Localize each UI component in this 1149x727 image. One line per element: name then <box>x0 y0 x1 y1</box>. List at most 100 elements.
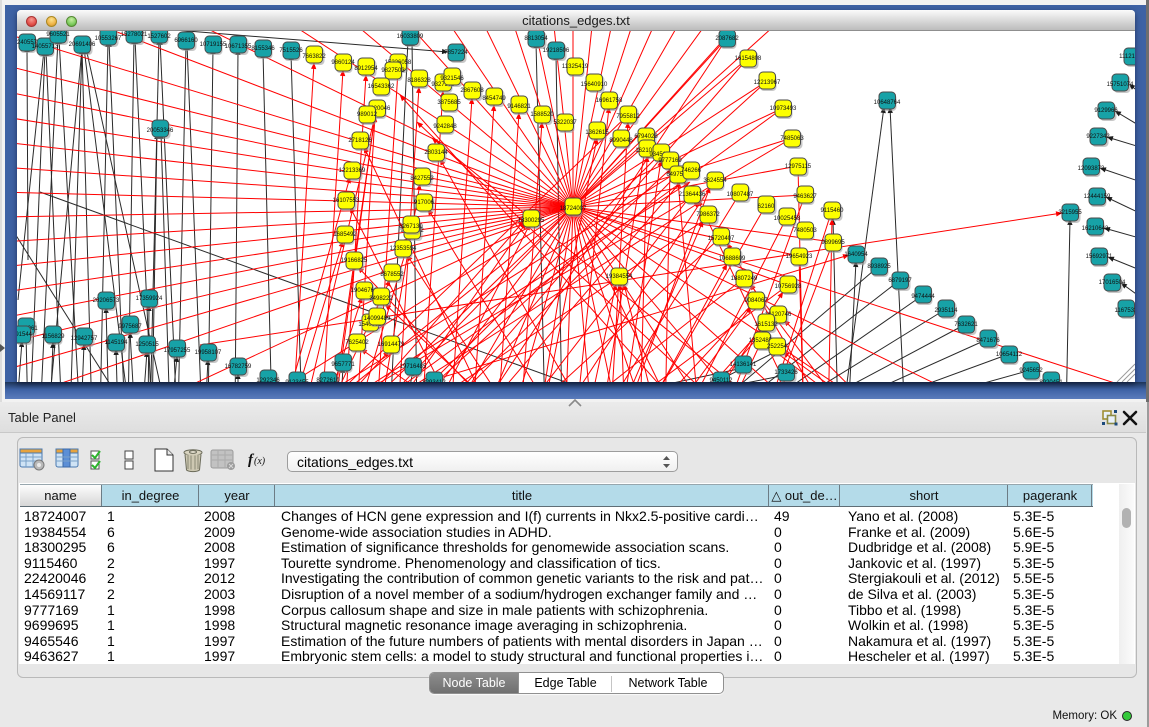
svg-text:2935114: 2935114 <box>935 308 959 314</box>
svg-text:12213967: 12213967 <box>754 80 781 86</box>
svg-text:16154808: 16154808 <box>735 56 762 62</box>
svg-text:10719155: 10719155 <box>200 42 227 48</box>
svg-text:15751074: 15751074 <box>1107 82 1134 88</box>
svg-text:11121551: 11121551 <box>1119 54 1135 60</box>
svg-text:8990448: 8990448 <box>609 138 633 144</box>
svg-text:1588520: 1588520 <box>530 112 554 118</box>
svg-text:7857224: 7857224 <box>444 50 468 56</box>
svg-text:991544: 991544 <box>17 332 33 338</box>
svg-text:9123455: 9123455 <box>285 380 309 382</box>
svg-text:10756928: 10756928 <box>775 284 802 290</box>
svg-text:12213369: 12213369 <box>339 168 366 174</box>
svg-text:9084067: 9084067 <box>744 298 768 304</box>
svg-text:15692971: 15692971 <box>1086 254 1113 260</box>
svg-text:18807249: 18807249 <box>731 276 758 282</box>
svg-text:9463627: 9463627 <box>793 194 817 200</box>
svg-text:2087682: 2087682 <box>715 36 739 42</box>
svg-text:9605521: 9605521 <box>46 32 70 38</box>
svg-text:18724007: 18724007 <box>560 206 587 212</box>
svg-text:10025458: 10025458 <box>774 216 801 222</box>
svg-text:746266: 746266 <box>681 168 702 174</box>
svg-text:8186328: 8186328 <box>407 78 431 84</box>
svg-text:8813054: 8813054 <box>524 36 548 42</box>
svg-text:19716485: 19716485 <box>400 364 427 370</box>
svg-text:16914479: 16914479 <box>378 342 405 348</box>
svg-text:8427552: 8427552 <box>410 176 434 182</box>
svg-text:7986372: 7986372 <box>696 212 720 218</box>
svg-text:10553267: 10553267 <box>95 36 122 42</box>
svg-text:12093873: 12093873 <box>1078 166 1105 172</box>
svg-text:1640954: 1640954 <box>844 252 868 258</box>
svg-text:3215955: 3215955 <box>1058 210 1082 216</box>
svg-text:15720407: 15720407 <box>708 236 735 242</box>
svg-text:16782759: 16782759 <box>225 364 252 370</box>
svg-text:18300295: 18300295 <box>518 218 545 224</box>
svg-text:20053346: 20053346 <box>147 128 174 134</box>
svg-text:9129966: 9129966 <box>1094 108 1118 114</box>
svg-text:9115460: 9115460 <box>821 208 845 214</box>
svg-text:9827503: 9827503 <box>381 68 405 74</box>
svg-text:21364436: 21364436 <box>679 192 706 198</box>
svg-text:1733426: 1733426 <box>774 370 798 376</box>
svg-text:17957255: 17957255 <box>164 348 191 354</box>
svg-text:8272610: 8272610 <box>316 378 340 382</box>
svg-text:9146821: 9146821 <box>507 104 531 110</box>
svg-text:20206573: 20206573 <box>93 298 120 304</box>
svg-text:2803144: 2803144 <box>424 150 448 156</box>
svg-text:917006: 917006 <box>414 200 435 206</box>
svg-text:8912954: 8912954 <box>354 66 378 72</box>
svg-text:19384554: 19384554 <box>606 274 633 280</box>
svg-text:9777169: 9777169 <box>658 158 682 164</box>
svg-text:9899695: 9899695 <box>821 240 845 246</box>
svg-text:8938925: 8938925 <box>867 264 891 270</box>
svg-text:7480503: 7480503 <box>793 228 817 234</box>
svg-text:989012: 989012 <box>357 112 378 118</box>
svg-text:12353594: 12353594 <box>390 246 417 252</box>
svg-text:(x): (x) <box>254 456 266 467</box>
svg-text:252254: 252254 <box>767 344 788 350</box>
svg-text:20691406: 20691406 <box>69 42 96 48</box>
svg-text:19166825: 19166825 <box>341 258 368 264</box>
svg-text:19958107: 19958107 <box>195 350 222 356</box>
svg-text:6879197: 6879197 <box>888 278 912 284</box>
svg-text:7632621: 7632621 <box>954 322 978 328</box>
svg-text:12975115: 12975115 <box>785 164 812 170</box>
svg-text:9860124: 9860124 <box>331 60 355 66</box>
svg-text:8678552: 8678552 <box>380 272 404 278</box>
svg-text:7485063: 7485063 <box>780 136 804 142</box>
svg-text:9242848: 9242848 <box>433 124 457 130</box>
svg-text:9321546: 9321546 <box>440 76 464 82</box>
svg-text:16107553: 16107553 <box>333 198 360 204</box>
svg-text:9245652: 9245652 <box>1019 368 1043 374</box>
svg-text:6966160: 6966160 <box>174 38 198 44</box>
svg-text:7663822: 7663822 <box>302 54 326 60</box>
svg-text:12942757: 12942757 <box>71 336 98 342</box>
svg-text:9474444: 9474444 <box>911 294 935 300</box>
svg-text:1615132: 1615132 <box>754 322 778 328</box>
svg-text:19218506: 19218506 <box>543 48 570 54</box>
svg-text:10973493: 10973493 <box>770 106 797 112</box>
svg-text:1527602: 1527602 <box>147 34 171 40</box>
svg-text:10648764: 10648764 <box>874 100 901 106</box>
svg-text:2718126: 2718126 <box>348 138 372 144</box>
svg-text:3498222: 3498222 <box>369 296 393 302</box>
svg-text:1145194: 1145194 <box>105 340 129 346</box>
svg-text:62160: 62160 <box>758 204 775 210</box>
svg-text:10671355: 10671355 <box>225 44 252 50</box>
svg-text:8267130: 8267130 <box>399 224 423 230</box>
svg-text:1250515: 1250515 <box>135 342 159 348</box>
svg-text:1362615: 1362615 <box>585 130 609 136</box>
svg-text:6794028: 6794028 <box>634 134 658 140</box>
svg-text:5322037: 5322037 <box>553 120 577 126</box>
svg-text:14055713: 14055713 <box>32 44 59 50</box>
svg-text:17016504: 17016504 <box>1099 280 1126 286</box>
svg-text:10807487: 10807487 <box>727 192 754 198</box>
svg-text:1167533: 1167533 <box>1115 308 1135 314</box>
svg-text:1685492: 1685492 <box>333 232 357 238</box>
svg-text:2867608: 2867608 <box>460 88 484 94</box>
svg-text:3624554: 3624554 <box>703 178 727 184</box>
svg-text:8454749: 8454749 <box>482 96 506 102</box>
svg-text:19654923: 19654923 <box>786 254 813 260</box>
svg-text:3875685: 3875685 <box>437 100 461 106</box>
svg-text:1156829: 1156829 <box>42 334 66 340</box>
